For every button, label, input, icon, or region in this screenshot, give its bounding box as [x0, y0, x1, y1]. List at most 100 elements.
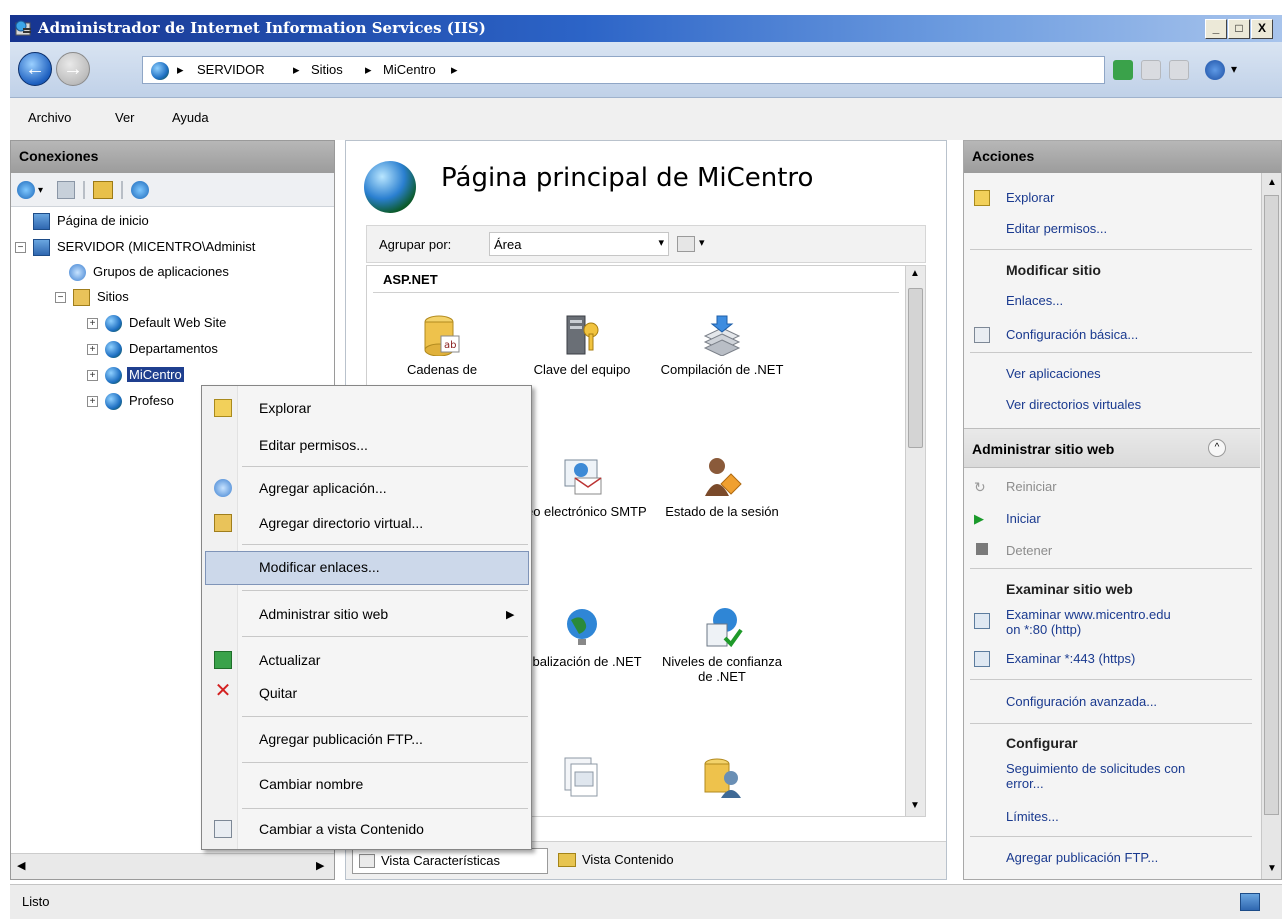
machine-key-icon	[561, 314, 603, 356]
refresh-icon[interactable]	[1113, 60, 1133, 80]
section-header: ASP.NET	[383, 272, 438, 287]
feature-connection-strings[interactable]: ab Cadenas de	[377, 314, 507, 377]
context-rename[interactable]: Cambiar nombre	[259, 776, 363, 792]
connect-site-icon[interactable]	[131, 181, 149, 199]
context-separator	[242, 466, 528, 467]
connections-header: Conexiones	[11, 141, 334, 173]
expand-icon[interactable]: +	[87, 396, 98, 407]
action-advanced-settings[interactable]: Configuración avanzada...	[1006, 694, 1157, 709]
scroll-down-icon[interactable]: ▼	[1267, 863, 1277, 874]
maximize-button[interactable]: □	[1228, 19, 1250, 39]
context-separator	[242, 636, 528, 637]
feature-net-globalization[interactable]: lobalización de .NET	[517, 606, 647, 669]
feature-pages-controls[interactable]	[517, 756, 647, 804]
collapse-section-icon[interactable]: ^	[1208, 439, 1226, 457]
manage-site-heading: Administrar sitio web	[972, 441, 1115, 457]
expand-icon[interactable]: +	[87, 370, 98, 381]
feature-net-trust-levels[interactable]: Niveles de confianza de .NET	[657, 606, 787, 684]
view-mode-dropdown-icon[interactable]: ▾	[699, 236, 705, 249]
feature-session-state[interactable]: Estado de la sesión	[657, 456, 787, 519]
feature-net-compilation[interactable]: Compilación de .NET	[657, 314, 787, 377]
add-application-icon	[214, 479, 232, 497]
close-button[interactable]: X	[1251, 19, 1273, 39]
context-manage-website[interactable]: Administrar sitio web	[259, 606, 388, 622]
view-mode-icon[interactable]	[677, 236, 695, 252]
context-add-application[interactable]: Agregar aplicación...	[259, 480, 387, 496]
features-view-tab[interactable]: Vista Características	[352, 848, 548, 874]
collapse-icon[interactable]: −	[55, 292, 66, 303]
action-start[interactable]: Iniciar	[1006, 511, 1041, 526]
scroll-up-icon[interactable]: ▲	[1267, 177, 1277, 188]
scroll-right-icon[interactable]: ▶	[316, 859, 324, 872]
home-icon[interactable]	[1169, 60, 1189, 80]
app-pools-icon	[69, 264, 86, 281]
group-by-label: Agrupar por:	[379, 237, 452, 252]
feature-list-vertical-scrollbar[interactable]: ▲ ▼	[905, 266, 925, 816]
connect-icon[interactable]	[17, 181, 35, 199]
edit-site-heading: Modificar sitio	[1006, 262, 1101, 278]
submenu-arrow-icon: ▶	[506, 609, 515, 621]
action-stop[interactable]: Detener	[1006, 543, 1052, 558]
connections-horizontal-scrollbar[interactable]: ◀ ▶	[11, 853, 334, 879]
action-bindings[interactable]: Enlaces...	[1006, 293, 1063, 308]
action-view-applications[interactable]: Ver aplicaciones	[1006, 366, 1101, 381]
action-restart[interactable]: Reiniciar	[1006, 479, 1057, 494]
context-switch-content-view[interactable]: Cambiar a vista Contenido	[259, 821, 424, 837]
feature-machine-key[interactable]: Clave del equipo	[517, 314, 647, 377]
action-browse-http[interactable]: Examinar www.micentro.edu on *:80 (http)	[1006, 607, 1171, 637]
globalization-icon	[561, 606, 603, 648]
database-icon: ab	[421, 314, 463, 357]
context-refresh[interactable]: Actualizar	[259, 652, 320, 668]
context-add-virtual-directory[interactable]: Agregar directorio virtual...	[259, 515, 423, 531]
action-failed-request-tracing[interactable]: Seguimiento de solicitudes con error...	[1006, 761, 1185, 791]
smtp-email-icon	[561, 456, 603, 498]
action-view-virtual-directories[interactable]: Ver directorios virtuales	[1006, 397, 1141, 412]
action-explore[interactable]: Explorar	[1006, 190, 1054, 205]
help-dropdown-icon[interactable]: ▾	[1231, 62, 1237, 76]
content-view-tab[interactable]: Vista Contenido	[556, 848, 716, 874]
scroll-down-icon[interactable]: ▼	[910, 800, 920, 811]
context-edit-bindings[interactable]: Modificar enlaces...	[259, 559, 380, 575]
scroll-up-icon[interactable]: ▲	[910, 268, 920, 279]
feature-smtp-email[interactable]: rreo electrónico SMTP	[517, 456, 647, 519]
action-add-ftp-publishing[interactable]: Agregar publicación FTP...	[1006, 850, 1158, 865]
content-view-icon	[214, 820, 232, 838]
action-edit-permissions[interactable]: Editar permisos...	[1006, 221, 1107, 236]
back-button[interactable]: ←	[18, 52, 52, 86]
action-limits[interactable]: Límites...	[1006, 809, 1059, 824]
save-icon[interactable]	[57, 181, 75, 199]
breadcrumb-site[interactable]: MiCentro	[383, 62, 436, 77]
scroll-left-icon[interactable]: ◀	[17, 859, 25, 872]
collapse-icon[interactable]: −	[15, 242, 26, 253]
feature-providers[interactable]	[657, 756, 787, 804]
section-divider	[970, 249, 1252, 250]
menu-view[interactable]: Ver	[115, 110, 135, 125]
group-by-select[interactable]: Área ▾	[489, 232, 669, 256]
address-bar[interactable]: ▸ SERVIDOR ▸ Sitios ▸ MiCentro ▸	[142, 56, 1105, 84]
context-edit-permissions[interactable]: Editar permisos...	[259, 437, 368, 453]
folder-up-icon[interactable]	[93, 181, 113, 199]
minimize-button[interactable]: _	[1205, 19, 1227, 39]
forward-button[interactable]: →	[56, 52, 90, 86]
breadcrumb-sites[interactable]: Sitios	[311, 62, 343, 77]
context-remove[interactable]: Quitar	[259, 685, 297, 701]
connect-dropdown-icon[interactable]: ▾	[38, 185, 43, 196]
expand-icon[interactable]: +	[87, 344, 98, 355]
context-explore[interactable]: Explorar	[259, 400, 311, 416]
expand-icon[interactable]: +	[87, 318, 98, 329]
context-separator	[242, 808, 528, 809]
context-add-ftp-publishing[interactable]: Agregar publicación FTP...	[259, 731, 423, 747]
menu-file[interactable]: Archivo	[28, 110, 71, 125]
stop-icon[interactable]	[1141, 60, 1161, 80]
menu-help[interactable]: Ayuda	[172, 110, 209, 125]
action-browse-https[interactable]: Examinar *:443 (https)	[1006, 651, 1135, 666]
action-basic-settings[interactable]: Configuración básica...	[1006, 327, 1138, 342]
compilation-icon	[701, 314, 743, 357]
actions-vertical-scrollbar[interactable]: ▲ ▼	[1261, 173, 1281, 879]
breadcrumb-server[interactable]: SERVIDOR	[197, 62, 265, 77]
context-separator	[242, 544, 528, 545]
globe-icon	[151, 62, 169, 80]
help-icon[interactable]	[1205, 60, 1225, 80]
scrollbar-thumb[interactable]	[1264, 195, 1279, 815]
scrollbar-thumb[interactable]	[908, 288, 923, 448]
